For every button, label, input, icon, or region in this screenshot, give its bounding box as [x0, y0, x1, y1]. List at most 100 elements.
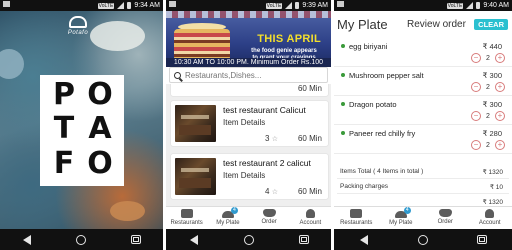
nav-my-plate[interactable]: 4 My Plate: [208, 207, 248, 226]
restaurant-card[interactable]: test restaurant Calicut Item Details 3 ☆…: [171, 101, 328, 146]
home-icon: [243, 234, 254, 245]
minus-button[interactable]: −: [471, 82, 481, 92]
delivery-scooter-icon: [438, 209, 452, 217]
nav-account[interactable]: Account: [290, 209, 330, 226]
packing-charges-row: Packing charges ₹ 10: [337, 179, 509, 194]
banner-hours: 10:30 AM TO 10:00 PM. Minimum Order Rs.1…: [166, 58, 331, 67]
search-icon: [174, 71, 181, 79]
system-nav-bar: [166, 229, 331, 250]
splash-screen: VoLTE 9:34 AM Potafo P O T A F O: [0, 0, 163, 250]
nav-my-plate[interactable]: 4 My Plate: [381, 207, 421, 226]
plus-button[interactable]: +: [495, 53, 505, 63]
cake-image: [174, 29, 230, 61]
nav-label: My Plate: [216, 220, 240, 226]
summary-label: Packing charges: [340, 183, 389, 190]
clear-button[interactable]: CLEAR: [474, 19, 508, 30]
quantity-value: 2: [486, 54, 490, 62]
star-icon: ☆: [271, 136, 278, 143]
nav-label: Restaurants: [340, 220, 373, 226]
nav-label: Order: [437, 219, 453, 225]
back-button[interactable]: [358, 234, 370, 246]
plate-count-badge: 4: [230, 207, 238, 214]
search-bar[interactable]: [169, 67, 328, 83]
back-icon: [189, 234, 198, 245]
recents-button[interactable]: [476, 234, 488, 246]
nav-order[interactable]: Order: [425, 209, 465, 225]
home-icon: [76, 234, 87, 245]
minus-button[interactable]: −: [471, 140, 481, 150]
app-screens: VoLTE 9:34 AM Potafo P O T A F O VoLTE 9…: [0, 0, 512, 250]
brand-letter: T: [53, 111, 75, 147]
summary-label: Items Total ( 4 Items in total ): [340, 168, 424, 175]
home-button[interactable]: [75, 234, 87, 246]
status-bar: VoLTE 9:34 AM: [0, 0, 163, 11]
status-time: 9:34 AM: [134, 2, 160, 9]
nav-label: My Plate: [389, 220, 413, 226]
quantity-stepper: − 2 +: [471, 140, 505, 150]
nav-order[interactable]: Order: [249, 209, 289, 225]
system-nav-bar: [0, 229, 163, 250]
restaurant-card[interactable]: test restaurant 2 calicut Item Details 4…: [171, 154, 328, 199]
bottom-nav: Restaurants 4 My Plate Order Account: [334, 206, 512, 229]
minus-button[interactable]: −: [471, 111, 481, 121]
restaurant-list[interactable]: 60 Min test restaurant Calicut Item Deta…: [166, 84, 331, 206]
account-icon: [485, 209, 495, 218]
home-button[interactable]: [243, 234, 255, 246]
restaurants-screen: VoLTE 9:39 AM THIS APRIL the food genie …: [166, 0, 331, 250]
signal-icon: [285, 2, 293, 9]
delivery-time: 60 Min: [297, 134, 322, 143]
nav-label: Account: [478, 220, 501, 226]
summary-value: ₹ 1320: [482, 169, 503, 176]
banner-bunting: [166, 11, 331, 18]
quantity-value: 2: [486, 112, 490, 120]
review-order-label: Review order: [407, 19, 466, 30]
nav-account[interactable]: Account: [470, 209, 510, 226]
item-price: ₹ 300: [482, 71, 502, 80]
back-button[interactable]: [21, 234, 33, 246]
recents-button[interactable]: [298, 234, 310, 246]
summary-value: ₹ 1320: [482, 199, 503, 206]
battery-icon: [295, 2, 300, 9]
bill-summary: Items Total ( 4 Items in total ) ₹ 1320 …: [337, 164, 509, 209]
item-details-link[interactable]: Item Details: [223, 171, 265, 180]
account-icon: [305, 209, 315, 218]
nav-label: Order: [261, 219, 277, 225]
restaurant-name: test restaurant 2 calicut: [223, 158, 311, 168]
plus-button[interactable]: +: [495, 111, 505, 121]
restaurant-icon: [180, 209, 193, 218]
image-notification-icon: [169, 1, 176, 7]
recents-button[interactable]: [130, 234, 142, 246]
banner-title: THIS APRIL: [257, 33, 321, 45]
promo-banner[interactable]: THIS APRIL the food genie appears to gra…: [166, 11, 331, 67]
plate-item: egg biriyani ₹ 440 − 2 +: [334, 38, 512, 67]
nav-restaurants[interactable]: Restaurants: [336, 209, 376, 226]
signal-icon: [466, 2, 474, 9]
image-notification-icon: [337, 1, 344, 7]
brand-letter: O: [87, 77, 113, 112]
nav-restaurants[interactable]: Restaurants: [167, 209, 207, 226]
system-nav-bar: [334, 229, 512, 250]
item-name: Dragon potato: [349, 100, 397, 109]
items-total-row: Items Total ( 4 Items in total ) ₹ 1320: [337, 164, 509, 179]
quantity-value: 2: [486, 141, 490, 149]
veg-indicator-icon: [341, 73, 345, 77]
back-button[interactable]: [188, 234, 200, 246]
potafo-brand-card: P O T A F O: [40, 75, 124, 186]
plus-button[interactable]: +: [495, 82, 505, 92]
home-button[interactable]: [417, 234, 429, 246]
plus-button[interactable]: +: [495, 140, 505, 150]
restaurant-card[interactable]: 60 Min: [171, 84, 328, 96]
delivery-scooter-icon: [262, 209, 276, 217]
rating-value: 3: [265, 134, 270, 143]
search-input[interactable]: [185, 70, 315, 80]
signal-icon: [117, 2, 125, 9]
minus-button[interactable]: −: [471, 53, 481, 63]
restaurant-image: [175, 158, 216, 195]
plate-item: Paneer red chilly fry ₹ 280 − 2 +: [334, 125, 512, 154]
veg-indicator-icon: [341, 44, 345, 48]
item-details-link[interactable]: Item Details: [223, 118, 265, 127]
brand-letter: A: [88, 111, 112, 147]
brand-letter: P: [53, 77, 75, 112]
home-icon: [417, 234, 428, 245]
recents-icon: [477, 235, 488, 244]
